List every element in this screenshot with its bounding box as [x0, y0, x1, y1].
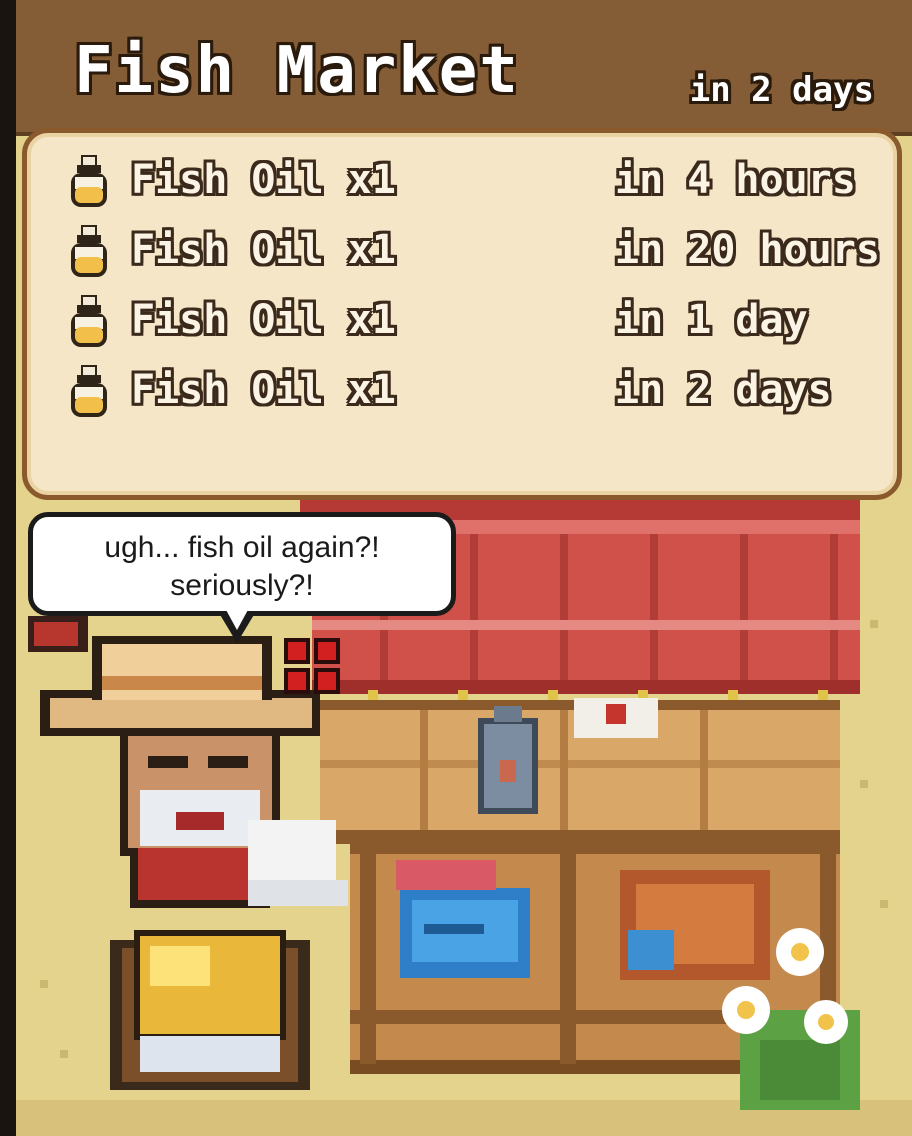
- red-pennant: [28, 616, 88, 652]
- order-deadline: in 1 day: [615, 297, 808, 343]
- order-deadline: in 2 days: [615, 367, 832, 413]
- order-item-name: Fish Oil x1: [131, 157, 396, 203]
- orange-fish: [620, 870, 770, 980]
- order-item-name: Fish Oil x1: [131, 367, 396, 413]
- order-item-name: Fish Oil x1: [131, 227, 396, 273]
- orders-panel: Fish Oil x1 in 4 hours Fish Oil x1 in 20…: [22, 128, 902, 500]
- speech-line-1: ugh... fish oil again?!: [104, 531, 380, 564]
- potion-bottle-icon: [71, 295, 107, 347]
- potion-bottle-icon: [71, 155, 107, 207]
- speech-bubble: ugh... fish oil again?! seriously?!: [28, 512, 456, 643]
- market-title: Fish Market: [74, 34, 520, 108]
- order-row[interactable]: Fish Oil x1 in 20 hours: [67, 219, 887, 283]
- speech-line-2: seriously?!: [170, 569, 314, 602]
- game-screen: Fish Market in 2 days Fish Oil x1 in 4 h…: [0, 0, 912, 1136]
- order-row[interactable]: Fish Oil x1 in 1 day: [67, 289, 887, 353]
- gold-pot: [110, 930, 310, 1090]
- market-header: Fish Market in 2 days: [16, 0, 912, 136]
- order-row[interactable]: Fish Oil x1 in 2 days: [67, 359, 887, 423]
- order-row[interactable]: Fish Oil x1 in 4 hours: [67, 149, 887, 213]
- left-border: [0, 0, 16, 1136]
- speech-bubble-tail: [219, 608, 255, 643]
- crate-on-counter: [574, 698, 658, 738]
- order-deadline: in 20 hours: [615, 227, 880, 273]
- jar-on-counter: [478, 706, 538, 814]
- order-item-name: Fish Oil x1: [131, 297, 396, 343]
- potion-bottle-icon: [71, 365, 107, 417]
- order-deadline: in 4 hours: [615, 157, 856, 203]
- potion-bottle-icon: [71, 225, 107, 277]
- market-refresh-time: in 2 days: [689, 70, 874, 110]
